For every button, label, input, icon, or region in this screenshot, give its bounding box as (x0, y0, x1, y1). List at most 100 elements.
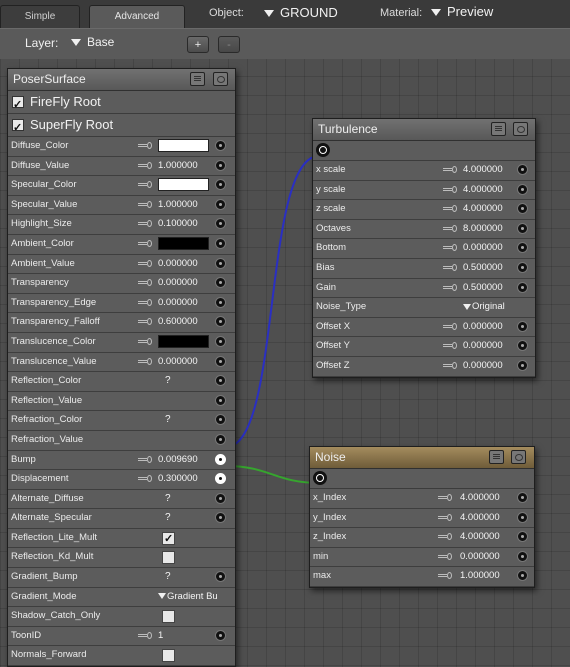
param-value-field[interactable]: 4.000000 (460, 528, 500, 546)
param-value-field[interactable]: 1.000000 (460, 567, 500, 585)
input-port-icon[interactable] (215, 414, 226, 426)
noise-node[interactable]: Noise x_Index 4.000000 y_Index 4.000000 z_In… (309, 446, 535, 588)
noise-header[interactable]: Noise (310, 447, 534, 469)
key-icon[interactable] (443, 342, 457, 350)
key-icon[interactable] (438, 513, 452, 521)
param-value-field[interactable]: 1.000000 (158, 196, 198, 214)
key-icon[interactable] (138, 357, 152, 365)
turbulence-header[interactable]: Turbulence (313, 119, 535, 141)
color-swatch[interactable] (158, 334, 209, 348)
input-port-icon[interactable] (517, 203, 528, 215)
key-icon[interactable] (443, 224, 457, 232)
input-port-icon[interactable] (517, 164, 528, 175)
key-icon[interactable] (443, 205, 457, 213)
param-value-field[interactable]: 8.000000 (463, 220, 503, 238)
list-icon[interactable] (491, 122, 506, 136)
input-port-icon[interactable] (215, 394, 226, 406)
input-port-icon[interactable] (215, 473, 226, 485)
input-port-icon[interactable] (517, 261, 528, 273)
input-port-icon[interactable] (215, 218, 226, 230)
input-port-icon[interactable] (517, 359, 528, 371)
list-icon[interactable] (190, 72, 205, 86)
param-value-field[interactable]: 4.000000 (460, 509, 500, 527)
input-port-icon[interactable] (215, 571, 226, 583)
key-icon[interactable] (438, 572, 452, 580)
add-layer-button[interactable]: + (187, 36, 209, 53)
param-value-field[interactable]: 4.000000 (463, 181, 503, 199)
input-port-icon[interactable] (215, 512, 226, 524)
input-port-icon[interactable] (215, 159, 226, 171)
input-port-icon[interactable] (517, 281, 528, 293)
object-select[interactable]: GROUND (264, 5, 338, 20)
param-value-field[interactable]: 0.000000 (463, 357, 503, 375)
input-port-icon[interactable] (517, 183, 528, 195)
input-port-icon[interactable] (517, 570, 528, 582)
question-icon[interactable]: ? (165, 372, 171, 390)
key-icon[interactable] (138, 220, 152, 228)
root-check-row[interactable]: SuperFly Root (8, 114, 235, 139)
key-icon[interactable] (138, 181, 152, 189)
input-port-icon[interactable] (215, 179, 226, 191)
param-dropdown[interactable]: Original (463, 298, 505, 316)
turbulence-node[interactable]: Turbulence x scale 4.000000 y scale 4.00000… (312, 118, 536, 378)
remove-layer-button[interactable]: - (218, 36, 240, 53)
key-icon[interactable] (138, 161, 152, 169)
color-swatch[interactable] (158, 139, 209, 152)
key-icon[interactable] (443, 166, 457, 173)
input-port-icon[interactable] (215, 629, 226, 641)
root-checkbox[interactable] (12, 94, 24, 116)
refresh-icon[interactable] (511, 450, 526, 464)
param-value-field[interactable]: 0.000000 (158, 255, 198, 273)
key-icon[interactable] (443, 283, 457, 291)
input-port-icon[interactable] (215, 433, 226, 445)
param-value-field[interactable]: 0.000000 (158, 294, 198, 312)
key-icon[interactable] (443, 322, 457, 330)
key-icon[interactable] (438, 552, 452, 560)
input-port-icon[interactable] (517, 511, 528, 523)
tab-advanced[interactable]: Advanced (89, 5, 185, 28)
poser-surface-node[interactable]: PoserSurface FireFly Root SuperFly Root D… (7, 68, 236, 667)
input-port-icon[interactable] (215, 316, 226, 328)
param-value-field[interactable]: 0.000000 (158, 274, 198, 292)
refresh-icon[interactable] (213, 72, 228, 86)
color-swatch[interactable] (158, 178, 209, 192)
param-value-field[interactable]: 0.000000 (463, 337, 503, 355)
input-port-icon[interactable] (215, 375, 226, 387)
key-icon[interactable] (443, 263, 457, 271)
question-icon[interactable]: ? (165, 411, 171, 429)
param-value-field[interactable]: 0.600000 (158, 313, 198, 331)
input-port-icon[interactable] (215, 453, 226, 465)
layer-select[interactable]: Base (71, 35, 114, 49)
input-port-icon[interactable] (215, 296, 226, 308)
output-port-icon[interactable] (313, 471, 327, 485)
param-dropdown[interactable]: Gradient Bu (158, 588, 218, 606)
input-port-icon[interactable] (517, 531, 528, 543)
param-value-field[interactable]: 0.500000 (463, 279, 503, 297)
param-value-field[interactable]: 4.000000 (460, 489, 500, 507)
input-port-icon[interactable] (517, 222, 528, 234)
root-check-row[interactable]: FireFly Root (8, 91, 235, 116)
param-checkbox[interactable] (162, 610, 175, 624)
question-icon[interactable]: ? (165, 509, 171, 527)
key-icon[interactable] (443, 185, 457, 193)
input-port-icon[interactable] (215, 237, 226, 249)
material-select[interactable]: Preview (431, 4, 493, 19)
input-port-icon[interactable] (517, 242, 528, 254)
key-icon[interactable] (438, 533, 452, 541)
param-checkbox[interactable] (162, 551, 175, 565)
input-port-icon[interactable] (215, 355, 226, 367)
poser-surface-header[interactable]: PoserSurface (8, 69, 235, 91)
param-value-field[interactable]: 1.000000 (158, 157, 198, 175)
key-icon[interactable] (138, 475, 152, 483)
input-port-icon[interactable] (215, 277, 226, 289)
param-value-field[interactable]: 0.300000 (158, 470, 198, 488)
key-icon[interactable] (138, 239, 152, 247)
input-port-icon[interactable] (517, 492, 528, 503)
input-port-icon[interactable] (215, 492, 226, 504)
key-icon[interactable] (138, 631, 152, 639)
key-icon[interactable] (443, 361, 457, 369)
input-port-icon[interactable] (215, 335, 226, 347)
key-icon[interactable] (443, 244, 457, 252)
root-checkbox[interactable] (12, 117, 24, 139)
color-swatch[interactable] (158, 236, 209, 250)
